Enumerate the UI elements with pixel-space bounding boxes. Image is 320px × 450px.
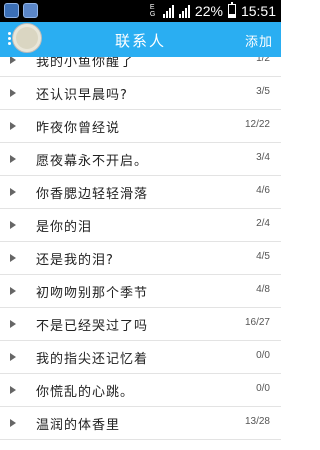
signal-icon <box>162 4 174 18</box>
group-count: 4/5 <box>256 251 270 262</box>
signal-icon-2 <box>178 4 190 18</box>
group-count: 1/2 <box>256 57 270 64</box>
notification-icons <box>4 3 38 18</box>
group-row[interactable]: 初吻吻别那个季节 4/8 <box>0 275 281 308</box>
group-row[interactable]: 还认识早晨吗? 3/5 <box>0 77 281 110</box>
group-name: 你香腮边轻轻滑落 <box>36 187 149 202</box>
group-row[interactable]: 愿夜幕永不开启。 3/4 <box>0 143 281 176</box>
clock: 15:51 <box>240 3 276 19</box>
expand-arrow-icon <box>10 155 16 163</box>
notification-app-icon <box>4 3 19 18</box>
group-count: 3/4 <box>256 152 270 163</box>
add-button[interactable]: 添加 <box>245 31 273 50</box>
app-bar: 联系人 添加 <box>0 22 281 57</box>
group-name: 我的指尖还记忆着 <box>36 352 149 367</box>
group-count: 12/22 <box>244 119 270 130</box>
expand-arrow-icon <box>10 89 16 97</box>
expand-arrow-icon <box>10 353 16 361</box>
contact-group-rows: 我的小鱼你醒了 1/2 还认识早晨吗? 3/5 昨夜你曾经说 12/22 愿夜幕永不开启。 3… <box>0 57 281 440</box>
group-name: 还认识早晨吗? <box>36 88 128 103</box>
group-row[interactable]: 昨夜你曾经说 12/22 <box>0 110 281 143</box>
expand-arrow-icon <box>10 122 16 130</box>
group-name: 温润的体香里 <box>36 418 121 433</box>
expand-arrow-icon <box>10 221 16 229</box>
page-title: 联系人 <box>114 32 166 50</box>
network-type-label-2: G <box>149 11 156 18</box>
status-bar: E G 22% 15:51 <box>0 0 281 22</box>
group-row[interactable]: 不是已经哭过了吗 16/27 <box>0 308 281 341</box>
group-row[interactable]: 是你的泪 2/4 <box>0 209 281 242</box>
expand-arrow-icon <box>10 254 16 262</box>
group-count: 2/4 <box>256 218 270 229</box>
expand-arrow-icon <box>10 188 16 196</box>
contact-group-list[interactable]: 我的小鱼你醒了 1/2 还认识早晨吗? 3/5 昨夜你曾经说 12/22 愿夜幕永不开启。 3… <box>0 57 281 450</box>
group-name: 你慌乱的心跳。 <box>36 385 135 400</box>
group-name: 昨夜你曾经说 <box>36 121 121 136</box>
network-type-label: E <box>149 4 155 11</box>
group-count: 0/0 <box>256 350 270 361</box>
group-row[interactable]: 我的指尖还记忆着 0/0 <box>0 341 281 374</box>
group-name: 是你的泪 <box>36 220 93 235</box>
notification-app-icon <box>23 3 38 18</box>
network-type-icon: E G <box>150 4 158 18</box>
group-row[interactable]: 你香腮边轻轻滑落 4/6 <box>0 176 281 209</box>
group-count: 4/8 <box>256 284 270 295</box>
group-name: 还是我的泪? <box>36 253 114 268</box>
expand-arrow-icon <box>10 320 16 328</box>
battery-percent: 22% <box>194 3 223 19</box>
group-count: 0/0 <box>256 383 270 394</box>
group-count: 13/28 <box>244 416 270 427</box>
expand-arrow-icon <box>10 386 16 394</box>
battery-icon <box>227 2 236 18</box>
group-row[interactable]: 温润的体香里 13/28 <box>0 407 281 440</box>
group-count: 16/27 <box>244 317 270 328</box>
expand-arrow-icon <box>10 57 16 64</box>
expand-arrow-icon <box>10 287 16 295</box>
group-row[interactable]: 你慌乱的心跳。 0/0 <box>0 374 281 407</box>
group-name: 初吻吻别那个季节 <box>36 286 149 301</box>
group-name: 我的小鱼你醒了 <box>36 57 135 70</box>
group-name: 不是已经哭过了吗 <box>36 319 149 334</box>
group-row[interactable]: 我的小鱼你醒了 1/2 <box>0 57 281 77</box>
group-name: 愿夜幕永不开启。 <box>36 154 149 169</box>
group-count: 4/6 <box>256 185 270 196</box>
group-count: 3/5 <box>256 86 270 97</box>
group-row[interactable]: 还是我的泪? 4/5 <box>0 242 281 275</box>
status-indicators: E G 22% 15:51 <box>150 2 276 20</box>
expand-arrow-icon <box>10 419 16 427</box>
